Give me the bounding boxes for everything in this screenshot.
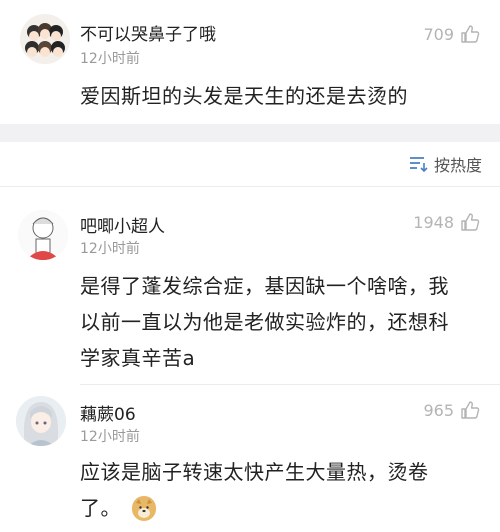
reply-item: 吧唧小超人 12小时前 1948 是得了蓬发综合症，基因缺一个啥啥，我 以前一直…: [0, 190, 500, 380]
like-count: 965: [423, 400, 454, 420]
username[interactable]: 吧唧小超人: [80, 212, 165, 237]
anime-avatar-image: [16, 396, 66, 446]
comment-text: 爱因斯坦的头发是天生的还是去烫的: [80, 84, 408, 108]
avatar[interactable]: [16, 396, 66, 446]
comment-line: 是得了蓬发综合症，基因缺一个啥啥，我: [80, 274, 449, 298]
avatar[interactable]: [20, 14, 70, 64]
thumbs-up-icon: [461, 25, 480, 43]
like-button[interactable]: 1948: [413, 212, 480, 232]
comment-text: 是得了蓬发综合症，基因缺一个啥啥，我 以前一直以为他是老做实验炸的，还想科 学家…: [80, 268, 449, 376]
sort-label: 按热度: [433, 156, 482, 175]
thumbs-up-icon: [461, 401, 480, 419]
username[interactable]: 不可以哭鼻子了哦: [80, 20, 216, 45]
divider-line: [80, 384, 500, 385]
comment-line-with-emoji: 了。: [80, 490, 429, 526]
like-count: 1948: [413, 212, 454, 232]
divider-line: [0, 186, 500, 187]
timestamp: 12小时前: [80, 241, 140, 257]
top-comment: 不可以哭鼻子了哦 12小时前 709 爱因斯坦的头发是天生的还是去烫的: [0, 0, 500, 124]
group-avatar-image: [20, 14, 70, 64]
username[interactable]: 藕蕨06: [80, 400, 136, 425]
avatar[interactable]: [18, 210, 68, 260]
section-divider: [0, 124, 500, 142]
timestamp: 12小时前: [80, 51, 140, 67]
sort-icon: [409, 157, 428, 173]
reply-item: 藕蕨06 12小时前 965 应该是脑子转速太快产生大量热，烫卷 了。: [0, 388, 500, 526]
sort-by-hot-button[interactable]: 按热度: [408, 152, 482, 176]
like-button[interactable]: 965: [423, 400, 480, 420]
thumbs-up-icon: [461, 213, 480, 231]
like-button[interactable]: 709: [423, 24, 480, 44]
cartoon-avatar-image: [18, 210, 68, 260]
doge-emoji-icon: [131, 495, 156, 521]
like-count: 709: [423, 24, 454, 44]
timestamp: 12小时前: [80, 429, 140, 445]
comment-line: 以前一直以为他是老做实验炸的，还想科: [80, 310, 449, 334]
comment-line: 了。: [80, 496, 121, 520]
comment-line: 应该是脑子转速太快产生大量热，烫卷: [80, 460, 429, 484]
comment-text: 应该是脑子转速太快产生大量热，烫卷 了。: [80, 454, 429, 526]
comment-line: 学家真辛苦a: [80, 346, 196, 370]
